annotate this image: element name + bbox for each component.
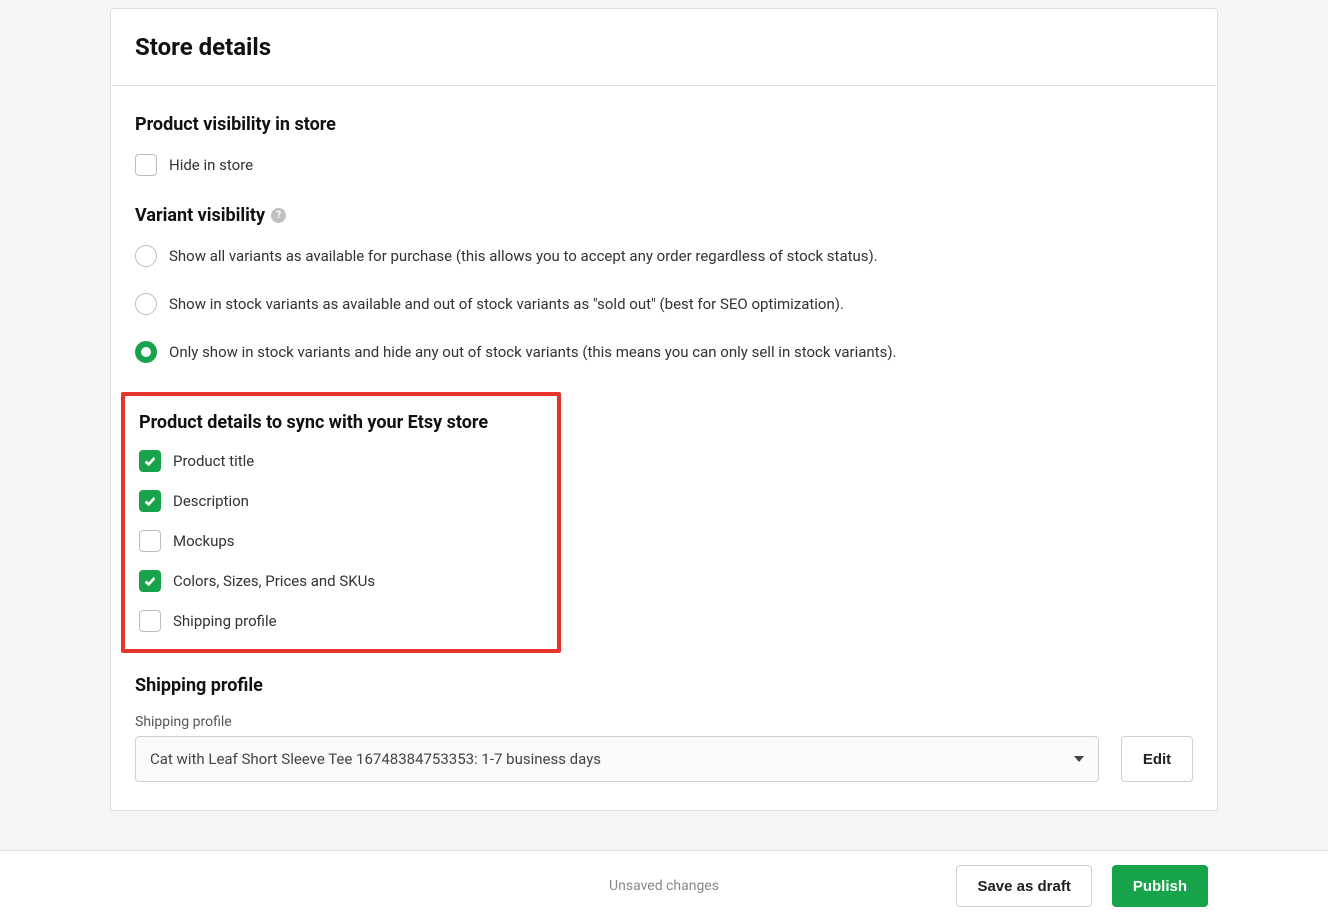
card-header: Store details bbox=[111, 9, 1217, 86]
section-title-product-visibility: Product visibility in store bbox=[135, 114, 1193, 135]
section-variant-visibility: Variant visibility ? Show all variants a… bbox=[135, 205, 1193, 364]
footer-bar: Unsaved changes Save as draft Publish bbox=[0, 850, 1328, 921]
sync-checkbox-1[interactable] bbox=[139, 490, 161, 512]
store-details-card: Store details Product visibility in stor… bbox=[110, 8, 1218, 811]
sync-checkbox-4[interactable] bbox=[139, 610, 161, 632]
hide-in-store-checkbox[interactable] bbox=[135, 154, 157, 176]
variant-visibility-radio-2[interactable] bbox=[135, 341, 157, 363]
sync-checkbox-2[interactable] bbox=[139, 530, 161, 552]
section-product-visibility: Product visibility in store Hide in stor… bbox=[135, 114, 1193, 177]
help-icon[interactable]: ? bbox=[271, 208, 286, 223]
sync-checkbox-0[interactable] bbox=[139, 450, 161, 472]
unsaved-changes-status: Unsaved changes bbox=[609, 878, 719, 894]
variant-visibility-title-text: Variant visibility bbox=[135, 205, 265, 226]
edit-shipping-button[interactable]: Edit bbox=[1121, 736, 1193, 782]
sync-details-highlight: Product details to sync with your Etsy s… bbox=[121, 392, 561, 653]
section-shipping-profile: Shipping profile Shipping profile Cat wi… bbox=[135, 675, 1193, 782]
caret-down-icon bbox=[1074, 750, 1084, 768]
sync-label-1: Description bbox=[173, 491, 249, 512]
section-title-shipping: Shipping profile bbox=[135, 675, 1193, 696]
variant-visibility-radio-1[interactable] bbox=[135, 293, 157, 315]
section-title-variant-visibility: Variant visibility ? bbox=[135, 205, 1193, 226]
sync-label-3: Colors, Sizes, Prices and SKUs bbox=[173, 571, 375, 592]
section-title-sync: Product details to sync with your Etsy s… bbox=[139, 412, 543, 433]
publish-button[interactable]: Publish bbox=[1112, 865, 1208, 907]
sync-checkbox-3[interactable] bbox=[139, 570, 161, 592]
sync-label-4: Shipping profile bbox=[173, 611, 277, 632]
shipping-profile-selected-value: Cat with Leaf Short Sleeve Tee 167483847… bbox=[150, 750, 601, 768]
sync-label-0: Product title bbox=[173, 451, 254, 472]
variant-visibility-radio-0[interactable] bbox=[135, 245, 157, 267]
hide-in-store-label: Hide in store bbox=[169, 155, 253, 176]
shipping-profile-select[interactable]: Cat with Leaf Short Sleeve Tee 167483847… bbox=[135, 736, 1099, 782]
sync-label-2: Mockups bbox=[173, 531, 235, 552]
variant-visibility-label-1: Show in stock variants as available and … bbox=[169, 294, 844, 315]
save-as-draft-button[interactable]: Save as draft bbox=[956, 865, 1091, 907]
variant-visibility-label-2: Only show in stock variants and hide any… bbox=[169, 342, 897, 363]
page-title: Store details bbox=[135, 33, 1193, 61]
shipping-field-label: Shipping profile bbox=[135, 714, 1193, 730]
variant-visibility-label-0: Show all variants as available for purch… bbox=[169, 246, 878, 267]
